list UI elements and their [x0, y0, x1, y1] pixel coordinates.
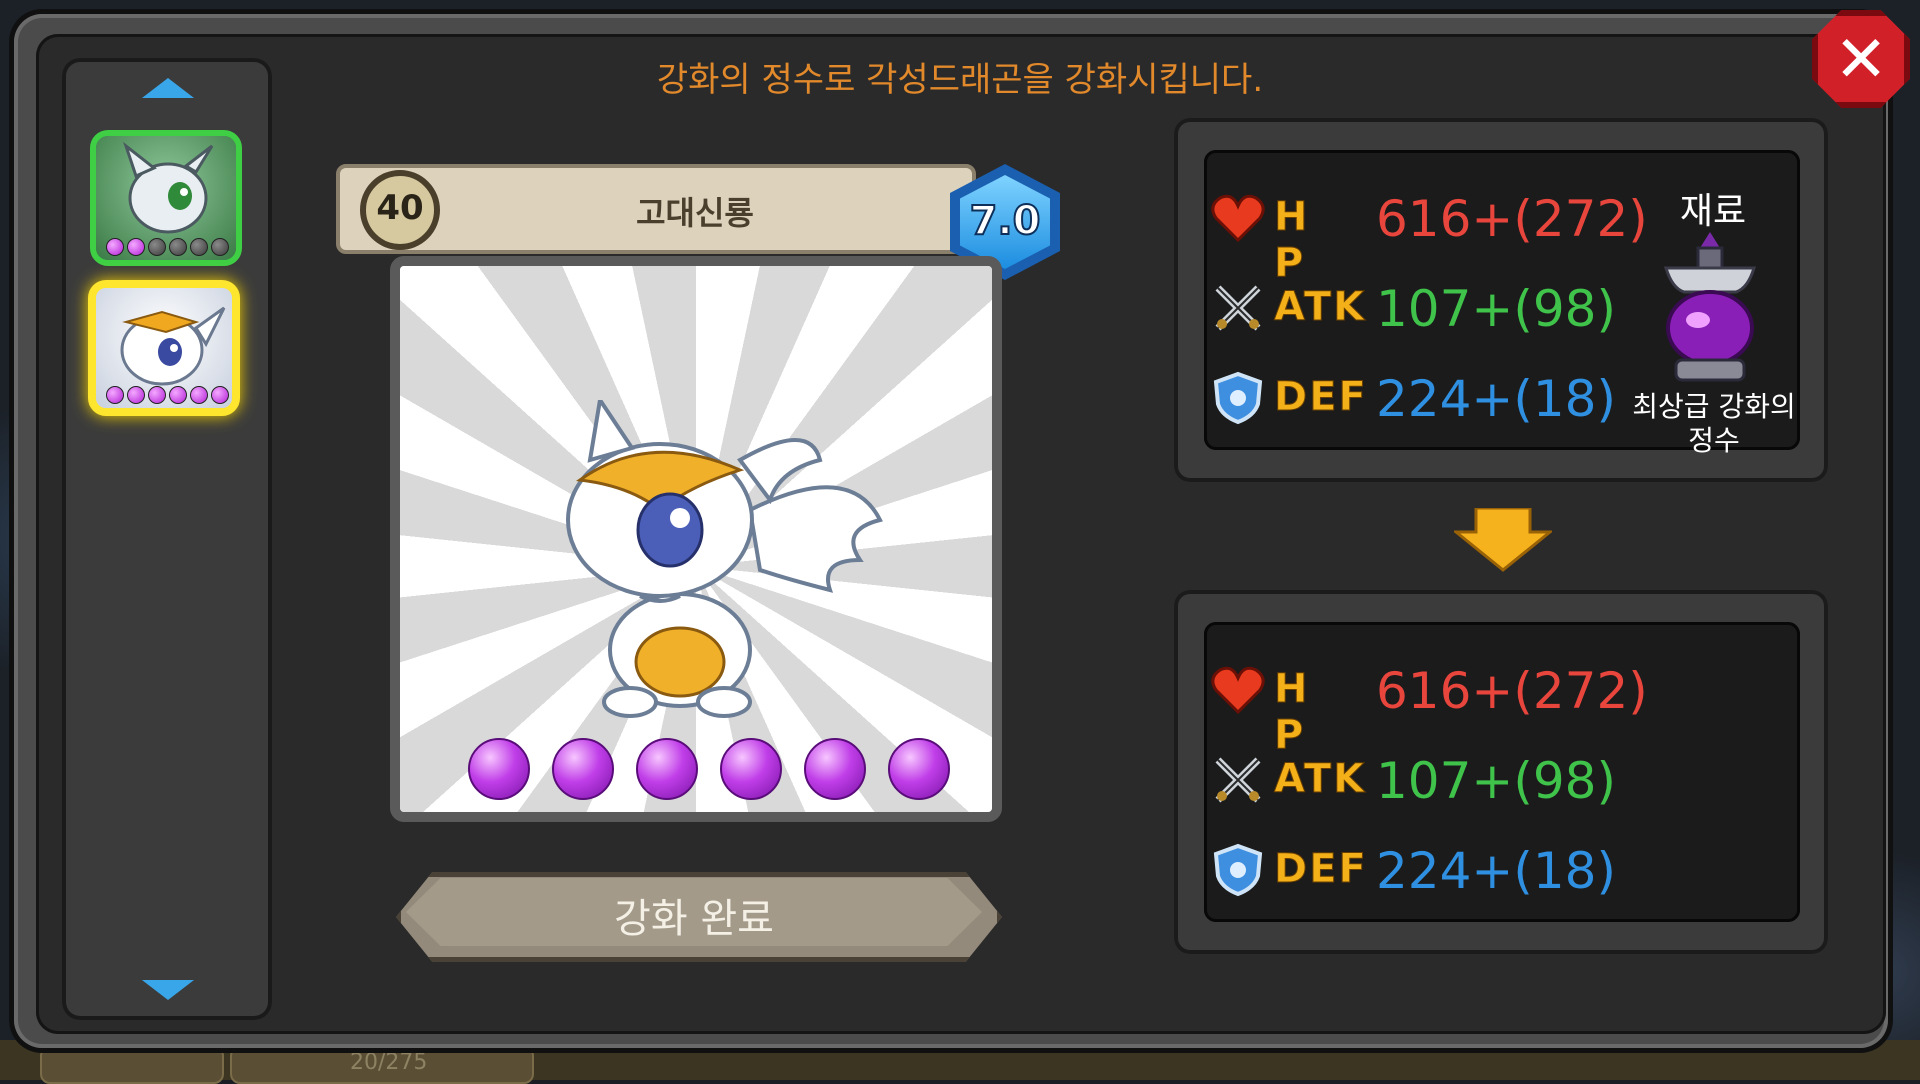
bottom-counter: 20/275 [350, 1050, 428, 1075]
star-dot [127, 386, 145, 404]
dragon-name: 고대신룡 [636, 194, 754, 232]
grade-value: 7.0 [969, 197, 1042, 245]
star-dot [211, 386, 229, 404]
material-title: 재료 [1679, 191, 1747, 232]
star-dot [169, 386, 187, 404]
heart-icon [1211, 666, 1265, 715]
star-dot [127, 238, 145, 256]
level-value: 40 [376, 188, 424, 228]
def-label: DEF [1274, 374, 1368, 421]
hp-value: 616+(272) [1376, 190, 1648, 248]
shield-icon [1213, 843, 1263, 897]
crossed-swords-icon [1215, 757, 1261, 803]
def-value: 224+(18) [1376, 842, 1616, 900]
portrait-star-row [106, 386, 229, 404]
star-dot [106, 386, 124, 404]
scroll-up-arrow-icon[interactable] [142, 78, 194, 98]
dragon-illustration-icon [566, 400, 883, 718]
level-badge: 40 [360, 170, 440, 250]
atk-label: ATK [1273, 284, 1367, 331]
star-dot [720, 738, 782, 800]
enhance-complete-label[interactable]: 강화 완료 [396, 886, 992, 944]
star-dot [468, 738, 530, 800]
star-dot [106, 238, 124, 256]
down-arrow-icon [1454, 508, 1552, 572]
close-icon: ✕ [1834, 23, 1888, 97]
star-dot [190, 238, 208, 256]
hp-label: H P [1273, 666, 1310, 759]
star-dot [552, 738, 614, 800]
def-value: 224+(18) [1376, 370, 1616, 428]
atk-label: ATK [1273, 756, 1367, 803]
material-name: 최상급 강화의 정수 [1632, 390, 1796, 457]
bottom-pill-left [40, 1046, 224, 1084]
instruction-text: 강화의 정수로 각성드래곤을 강화시킵니다. [656, 60, 1264, 100]
atk-value: 107+(98) [1376, 752, 1616, 810]
star-dot [148, 238, 166, 256]
star-dot [148, 386, 166, 404]
hp-value: 616+(272) [1376, 662, 1648, 720]
crossed-swords-icon [1215, 285, 1261, 331]
star-dot [169, 238, 187, 256]
dragon-portrait-gold[interactable] [88, 280, 240, 416]
star-dot [636, 738, 698, 800]
scroll-down-arrow-icon[interactable] [142, 980, 194, 1000]
enhancement-essence-potion-icon [1663, 232, 1757, 382]
dragon-portrait-green[interactable] [90, 130, 242, 266]
star-dot [804, 738, 866, 800]
portrait-star-row [106, 238, 229, 256]
def-label: DEF [1274, 846, 1368, 893]
hp-label: H P [1273, 194, 1310, 287]
star-dot [190, 386, 208, 404]
star-dot [888, 738, 950, 800]
atk-value: 107+(98) [1376, 280, 1616, 338]
heart-icon [1211, 194, 1265, 243]
shield-icon [1213, 371, 1263, 425]
star-dot [211, 238, 229, 256]
star-rating [468, 738, 950, 800]
